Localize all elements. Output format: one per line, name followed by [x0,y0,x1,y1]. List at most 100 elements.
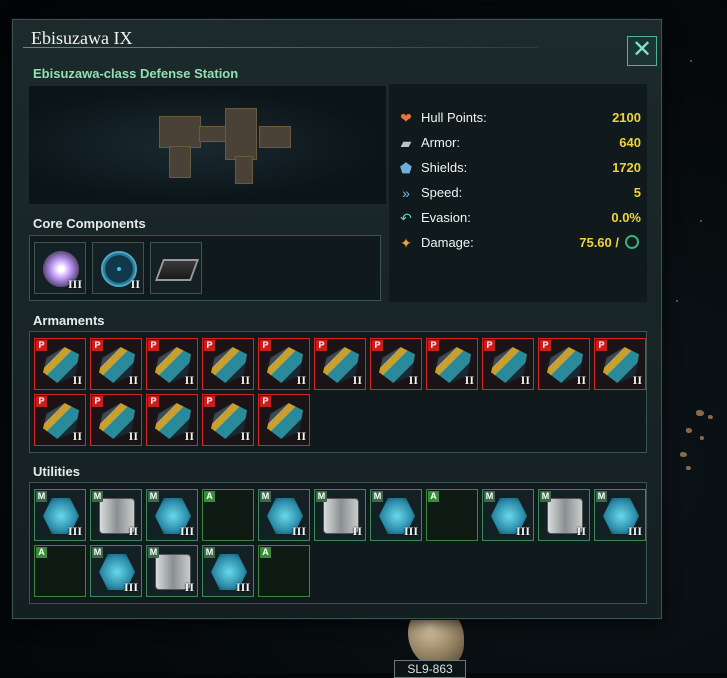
slot-type-badge: M [204,547,215,558]
utility-slot[interactable]: A [258,545,310,597]
slot-type-badge: A [260,547,271,558]
tier-label: II [240,429,250,443]
slot-type-badge: M [92,491,103,502]
utility-slot[interactable]: M III [34,489,86,541]
weapon-slot[interactable]: P II [34,394,86,446]
tier-label: II [296,373,306,387]
computer-chip-icon [154,259,200,281]
weapon-slot[interactable]: P II [90,338,142,390]
tier-label: II [240,373,250,387]
weapon-slot[interactable]: P II [370,338,422,390]
weapon-slot[interactable]: P II [258,338,310,390]
utility-slot[interactable]: A [202,489,254,541]
tier-label: II [128,524,138,538]
slot-type-badge: M [372,491,383,502]
slot-type-badge: P [428,340,439,351]
speed-icon: » [402,185,410,201]
utilities-heading: Utilities [33,464,80,479]
stat-value: 2100 [612,110,641,125]
heart-icon: ❤ [400,110,412,126]
stat-label: Hull Points: [421,110,487,125]
slot-type-badge: M [36,491,47,502]
tier-label: III [179,524,194,538]
weapon-slot[interactable]: P II [146,338,198,390]
weapon-slot[interactable]: P II [258,394,310,446]
weapon-slot[interactable]: P II [202,338,254,390]
tier-label: III [67,277,82,291]
core-component-slot[interactable]: II [92,242,144,294]
slot-type-badge: P [260,340,271,351]
stat-label: Evasion: [421,210,471,225]
utility-slot[interactable]: M II [90,489,142,541]
tier-label: II [128,429,138,443]
weapon-slot[interactable]: P II [538,338,590,390]
weapon-slot[interactable]: P II [90,394,142,446]
core-component-slot[interactable]: III [34,242,87,295]
slot-type-badge: P [36,396,47,407]
stat-value: 0.0% [611,210,641,225]
weapon-slot[interactable]: P II [202,394,254,446]
weapon-slot[interactable]: P II [426,338,478,390]
tier-label: II [296,429,306,443]
utility-slot[interactable]: M III [370,489,422,541]
utility-slot[interactable]: M III [146,489,198,541]
tier-label: II [576,524,586,538]
utility-slot[interactable]: M II [146,545,198,597]
tier-label: III [627,524,642,538]
utilities-panel: M III M II M III A M III M II M III A M III M II M III A M III… [29,482,647,604]
utility-slot[interactable]: M III [258,489,310,541]
stats-panel: ❤ Hull Points: 2100 ▰ Armor: 640 ⬟ Shields: 1720… [389,84,647,302]
ship-preview [29,86,386,204]
evasion-icon: ↶ [400,210,412,226]
slot-type-badge: M [484,491,495,502]
tier-label: III [403,524,418,538]
utility-slot[interactable]: M II [538,489,590,541]
tier-label: II [72,429,82,443]
stat-value: 75.60 / [579,235,619,250]
tier-label: III [235,580,250,594]
utility-slot[interactable]: A [426,489,478,541]
utility-slot[interactable]: M III [202,545,254,597]
slot-type-badge: P [540,340,551,351]
stat-row: ✦ Damage: 75.60 / [397,233,641,253]
slot-type-badge: P [36,340,47,351]
utility-slot[interactable]: M III [90,545,142,597]
tier-label: II [576,373,586,387]
slot-type-badge: P [148,340,159,351]
stat-row: ▰ Armor: 640 [397,133,641,153]
weapon-slot[interactable]: P II [482,338,534,390]
map-object-label[interactable]: SL9-863 [394,660,466,678]
utility-slot[interactable]: A [34,545,86,597]
utility-slot[interactable]: M III [594,489,646,541]
stat-row: » Speed: 5 [397,183,641,203]
weapon-slot[interactable]: P II [34,338,86,390]
tier-label: III [123,580,138,594]
slot-type-badge: M [92,547,103,558]
slot-type-badge: P [372,340,383,351]
stat-value: 640 [619,135,641,150]
slot-type-badge: M [260,491,271,502]
close-button[interactable]: ✕ [627,36,657,66]
armaments-heading: Armaments [33,313,105,328]
core-component-slot[interactable] [150,242,202,294]
core-components-heading: Core Components [33,216,146,231]
slot-type-badge: P [204,340,215,351]
cooldown-clock-icon [625,235,639,249]
tier-label: III [515,524,530,538]
weapon-slot[interactable]: P II [314,338,366,390]
stat-value: 5 [633,185,641,200]
utility-slot[interactable]: M III [482,489,534,541]
slot-type-badge: A [428,491,439,502]
slot-type-badge: P [316,340,327,351]
utility-slot[interactable]: M II [314,489,366,541]
tier-label: III [67,524,82,538]
window-title: Ebisuzawa IX [31,28,133,48]
weapon-slot[interactable]: P II [594,338,646,390]
slot-type-badge: P [484,340,495,351]
stat-value: 1720 [612,160,641,175]
slot-type-badge: A [204,491,215,502]
tier-label: II [520,373,530,387]
stat-label: Shields: [421,160,468,175]
slot-type-badge: M [596,491,607,502]
weapon-slot[interactable]: P II [146,394,198,446]
